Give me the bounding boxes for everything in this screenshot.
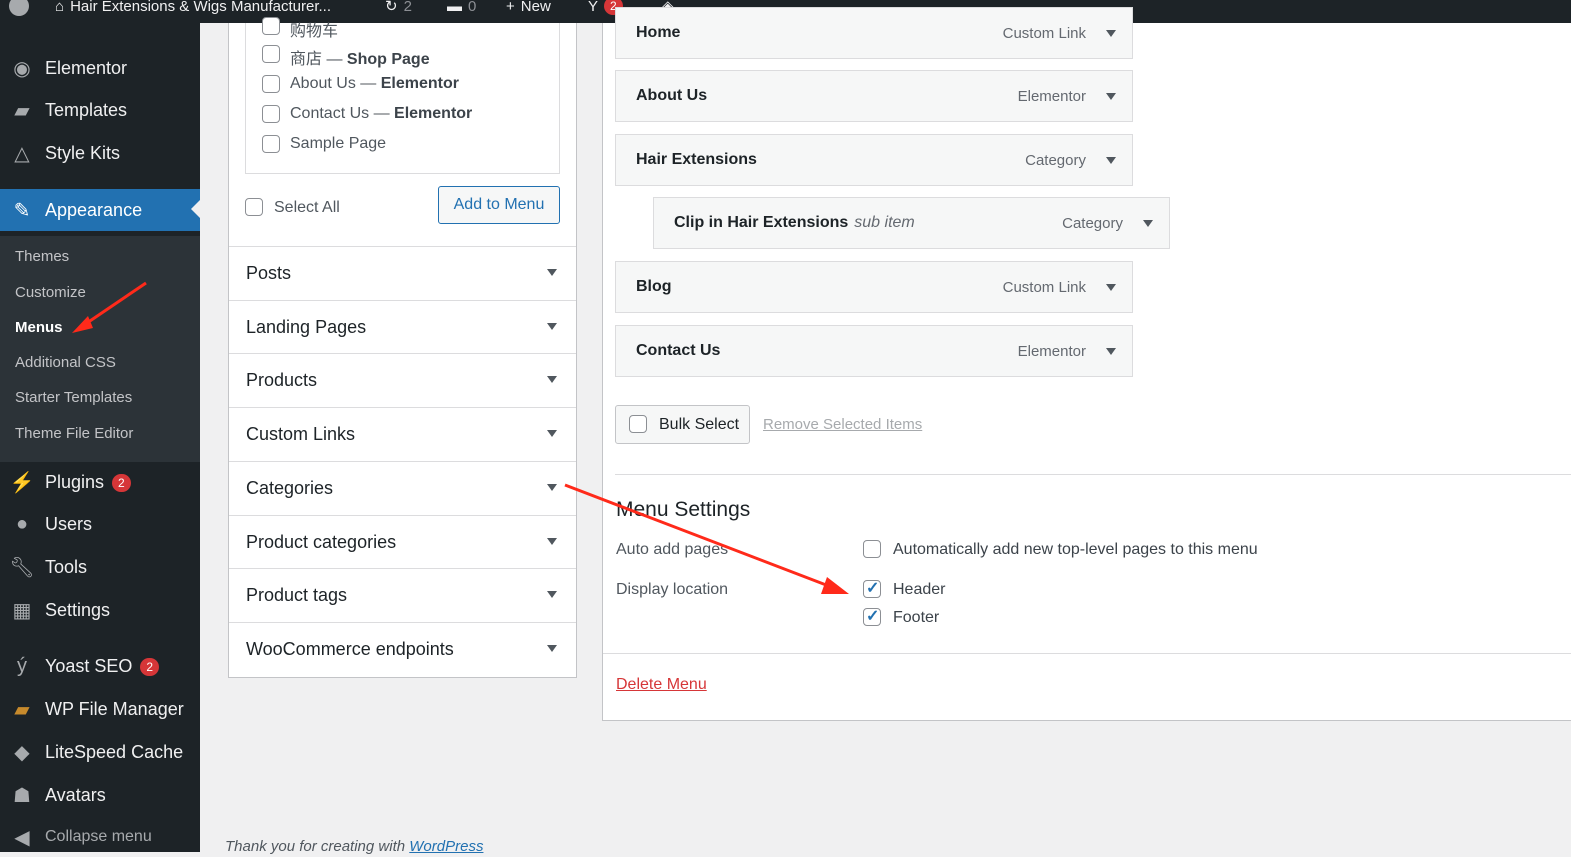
accordion-custom-links[interactable]: Custom Links — [229, 407, 576, 460]
caret-down-icon — [547, 484, 557, 491]
user-icon: ● — [15, 512, 29, 535]
page-checkbox[interactable] — [262, 17, 280, 35]
menu-item-hair-extensions[interactable]: Hair Extensions Category — [615, 134, 1133, 186]
bulk-select-button[interactable]: Bulk Select — [615, 405, 750, 444]
expand-caret-icon[interactable] — [1106, 348, 1116, 355]
menu-item-about-us[interactable]: About Us Elementor — [615, 70, 1133, 122]
home-icon: ⌂ — [55, 0, 65, 15]
add-menu-items-panel: 购物车 商店 — Shop Page About Us — Elementor … — [228, 17, 577, 678]
sidebar-item-wp-file-manager[interactable]: ▰ WP File Manager — [0, 689, 200, 729]
expand-caret-icon[interactable] — [1106, 157, 1116, 164]
sidebar-item-elementor[interactable]: ◉ Elementor — [0, 48, 200, 88]
select-all-checkbox[interactable] — [245, 198, 263, 216]
caret-down-icon — [547, 591, 557, 598]
submenu-starter-templates[interactable]: Starter Templates — [15, 389, 132, 406]
appearance-submenu: Themes Customize Menus Additional CSS St… — [0, 236, 200, 462]
sidebar-item-yoast-seo[interactable]: ý Yoast SEO 2 — [0, 646, 200, 686]
menu-settings-title: Menu Settings — [616, 498, 751, 521]
auto-add-pages-label: Auto add pages — [616, 541, 729, 558]
accordion-product-categories[interactable]: Product categories — [229, 515, 576, 568]
menu-item-clip-in-hair-extensions[interactable]: Clip in Hair Extensions sub item Category — [653, 197, 1170, 249]
submenu-menus[interactable]: Menus — [15, 319, 63, 336]
wordpress-logo-icon[interactable] — [9, 0, 29, 18]
accordion-woocommerce-endpoints[interactable]: WooCommerce endpoints — [229, 622, 576, 675]
header-location-checkbox[interactable] — [863, 578, 881, 598]
sliders-icon: ▦ — [12, 599, 32, 622]
sidebar-item-appearance[interactable]: ✎ Appearance — [0, 189, 200, 231]
brush-icon: ✎ — [13, 199, 31, 222]
sidebar-item-litespeed-cache[interactable]: ◆ LiteSpeed Cache — [0, 732, 200, 772]
caret-down-icon — [547, 376, 557, 383]
submenu-customize[interactable]: Customize — [15, 284, 86, 301]
footer-thanks: Thank you for creating with WordPress — [225, 838, 484, 855]
folder-icon: ▰ — [14, 99, 30, 122]
comments-link[interactable]: ▬ 0 — [447, 0, 476, 18]
page-checkbox[interactable] — [262, 135, 280, 153]
page-checkbox[interactable] — [262, 45, 280, 63]
diamond-icon: ◆ — [14, 741, 30, 764]
new-content-link[interactable]: + New — [506, 0, 551, 18]
menu-item-home[interactable]: Home Custom Link — [615, 7, 1133, 59]
delete-menu-link[interactable]: Delete Menu — [616, 676, 707, 694]
sidebar-item-users[interactable]: ● Users — [0, 504, 200, 544]
sidebar-item-settings[interactable]: ▦ Settings — [0, 590, 200, 630]
auto-add-checkbox[interactable] — [863, 540, 881, 558]
comment-icon: ▬ — [447, 0, 462, 15]
caret-down-icon — [547, 323, 557, 330]
caret-down-icon — [547, 269, 557, 276]
menu-structure-panel: Home Custom Link About Us Elementor Hair… — [602, 7, 1571, 721]
page-checkbox[interactable] — [262, 75, 280, 93]
file-manager-icon: ▰ — [14, 698, 30, 721]
bulk-select-checkbox[interactable] — [629, 415, 647, 433]
submenu-additional-css[interactable]: Additional CSS — [15, 354, 116, 371]
caret-down-icon — [547, 430, 557, 437]
expand-caret-icon[interactable] — [1106, 30, 1116, 37]
plug-icon: ⚡ — [9, 471, 35, 494]
expand-caret-icon[interactable] — [1143, 220, 1153, 227]
accordion-landing-pages[interactable]: Landing Pages — [229, 300, 576, 353]
site-name-link[interactable]: ⌂ Hair Extensions & Wigs Manufacturer... — [55, 0, 331, 18]
expand-caret-icon[interactable] — [1106, 93, 1116, 100]
sidebar-item-avatars[interactable]: ☗ Avatars — [0, 775, 200, 815]
collapse-menu-button[interactable]: ◀ Collapse menu — [0, 817, 200, 857]
menu-item-blog[interactable]: Blog Custom Link — [615, 261, 1133, 313]
add-to-menu-button[interactable]: Add to Menu — [438, 186, 560, 224]
footer-location-checkbox[interactable] — [863, 606, 881, 626]
plus-icon: + — [506, 0, 515, 15]
accordion-product-tags[interactable]: Product tags — [229, 568, 576, 621]
submenu-theme-file-editor[interactable]: Theme File Editor — [15, 425, 133, 442]
yoast-icon: Y — [588, 0, 599, 15]
menu-item-contact-us[interactable]: Contact Us Elementor — [615, 325, 1133, 377]
caret-down-icon — [547, 645, 557, 652]
pages-checklist: 购物车 商店 — Shop Page About Us — Elementor … — [245, 17, 560, 174]
menu-footer-divider — [603, 653, 1571, 654]
accordion-categories[interactable]: Categories — [229, 461, 576, 514]
sidebar-item-plugins[interactable]: ⚡ Plugins 2 — [0, 462, 200, 502]
display-location-label: Display location — [616, 581, 729, 598]
submenu-themes[interactable]: Themes — [15, 248, 69, 265]
triangle-icon: △ — [14, 142, 30, 165]
caret-down-icon — [547, 538, 557, 545]
sidebar-item-tools[interactable]: 🔧︎ Tools — [0, 547, 200, 587]
wrench-icon: 🔧︎ — [9, 556, 35, 579]
divider — [615, 474, 1571, 475]
page-checkbox[interactable] — [262, 105, 280, 123]
refresh-icon: ↻ — [385, 0, 398, 15]
accordion-products[interactable]: Products — [229, 353, 576, 406]
collapse-icon: ◀ — [14, 826, 30, 849]
expand-caret-icon[interactable] — [1106, 284, 1116, 291]
remove-selected-items-link[interactable]: Remove Selected Items — [763, 416, 922, 433]
elementor-icon: ◉ — [13, 57, 31, 80]
wordpress-link[interactable]: WordPress — [409, 838, 483, 855]
avatar-icon: ☗ — [13, 784, 31, 807]
yoast-badge: 2 — [140, 657, 160, 676]
accordion-posts[interactable]: Posts — [229, 246, 576, 299]
yoast-icon: ý — [17, 654, 27, 677]
sidebar-item-style-kits[interactable]: △ Style Kits — [0, 133, 200, 173]
sidebar-item-templates[interactable]: ▰ Templates — [0, 90, 200, 130]
plugins-update-badge: 2 — [112, 473, 131, 492]
updates-link[interactable]: ↻ 2 — [385, 0, 412, 18]
admin-sidebar: ◉ Elementor ▰ Templates △ Style Kits ✎ A… — [0, 23, 200, 852]
